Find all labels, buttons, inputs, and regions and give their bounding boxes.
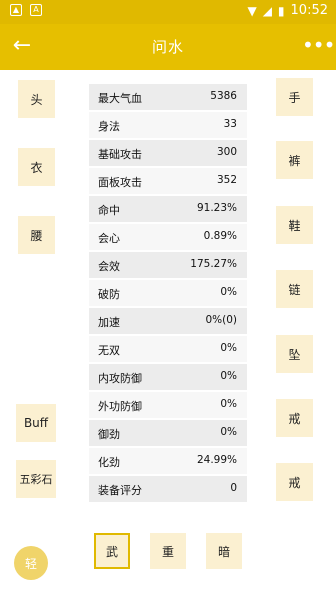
stat-value: 0.89%	[203, 230, 237, 242]
slot-shoes[interactable]: 鞋	[276, 206, 313, 244]
stat-value: 352	[216, 174, 237, 186]
stat-label: 化劲	[98, 456, 120, 469]
stat-label: 基础攻击	[98, 148, 142, 161]
slot-gem[interactable]: 五彩石	[16, 460, 56, 498]
status-bar: ▲ A ▼ ◢ ▮ 10:52	[0, 0, 336, 24]
weapon-primary-button[interactable]: 武	[94, 533, 130, 569]
stat-label: 御劲	[98, 428, 120, 441]
stat-value: 91.23%	[196, 202, 237, 214]
app-bar: ← 问水 •••	[0, 24, 336, 70]
slot-ring-1[interactable]: 戒	[276, 399, 313, 437]
stat-value: 0%(0)	[205, 314, 237, 326]
cellular-icon: ◢	[262, 3, 272, 18]
slot-body[interactable]: 衣	[18, 148, 55, 186]
stat-row: 会心 0.89%	[89, 224, 247, 250]
battery-icon: ▮	[277, 3, 285, 18]
stat-value: 33	[223, 118, 237, 130]
stat-row: 基础攻击 300	[89, 140, 247, 166]
stat-value: 0%	[220, 342, 237, 354]
stat-label: 无双	[98, 344, 120, 357]
stat-row: 命中 91.23%	[89, 196, 247, 222]
stat-value: 0	[230, 482, 237, 494]
stat-row: 面板攻击 352	[89, 168, 247, 194]
stat-label: 会心	[98, 232, 120, 245]
stat-label: 命中	[98, 204, 120, 217]
stat-label: 装备评分	[98, 484, 142, 497]
stat-row: 破防 0%	[89, 280, 247, 306]
stat-value: 175.27%	[190, 258, 237, 270]
stat-label: 会效	[98, 260, 120, 273]
stat-label: 外功防御	[98, 400, 142, 413]
stat-row: 无双 0%	[89, 336, 247, 362]
stat-row: 装备评分 0	[89, 476, 247, 502]
stat-label: 破防	[98, 288, 120, 301]
wifi-icon: ▼	[247, 3, 257, 18]
stat-row: 身法 33	[89, 112, 247, 138]
stat-value: 0%	[220, 370, 237, 382]
stat-row: 御劲 0%	[89, 420, 247, 446]
stat-row: 外功防御 0%	[89, 392, 247, 418]
notification-icon: A	[30, 4, 42, 16]
stat-value: 0%	[220, 426, 237, 438]
stat-row: 最大气血 5386	[89, 84, 247, 110]
stat-label: 身法	[98, 120, 120, 133]
stat-row: 会效 175.27%	[89, 252, 247, 278]
slot-head[interactable]: 头	[18, 80, 55, 118]
stat-row: 加速 0%(0)	[89, 308, 247, 334]
weapon-hidden-button[interactable]: 暗	[206, 533, 242, 569]
stat-value: 24.99%	[196, 454, 237, 466]
stat-label: 内攻防御	[98, 372, 142, 385]
image-icon: ▲	[10, 4, 22, 16]
page-title: 问水	[151, 38, 184, 56]
stat-value: 0%	[220, 398, 237, 410]
slot-hand[interactable]: 手	[276, 78, 313, 116]
slot-pendant[interactable]: 坠	[276, 335, 313, 373]
stat-row: 化劲 24.99%	[89, 448, 247, 474]
status-time: 10:52	[290, 3, 328, 18]
slot-buff[interactable]: Buff	[16, 404, 56, 442]
stat-row: 内攻防御 0%	[89, 364, 247, 390]
slot-necklace[interactable]: 链	[276, 270, 313, 308]
weapon-heavy-button[interactable]: 重	[150, 533, 186, 569]
light-skill-button[interactable]: 轻	[14, 546, 48, 580]
more-options-icon[interactable]: •••	[302, 34, 335, 58]
stat-value: 300	[216, 146, 237, 158]
stat-label: 面板攻击	[98, 176, 142, 189]
stat-label: 最大气血	[98, 92, 142, 105]
stat-label: 加速	[98, 316, 120, 329]
stat-value: 5386	[210, 90, 237, 102]
stat-value: 0%	[220, 286, 237, 298]
slot-ring-2[interactable]: 戒	[276, 463, 313, 501]
slot-pants[interactable]: 裤	[276, 141, 313, 179]
slot-waist[interactable]: 腰	[18, 216, 55, 254]
